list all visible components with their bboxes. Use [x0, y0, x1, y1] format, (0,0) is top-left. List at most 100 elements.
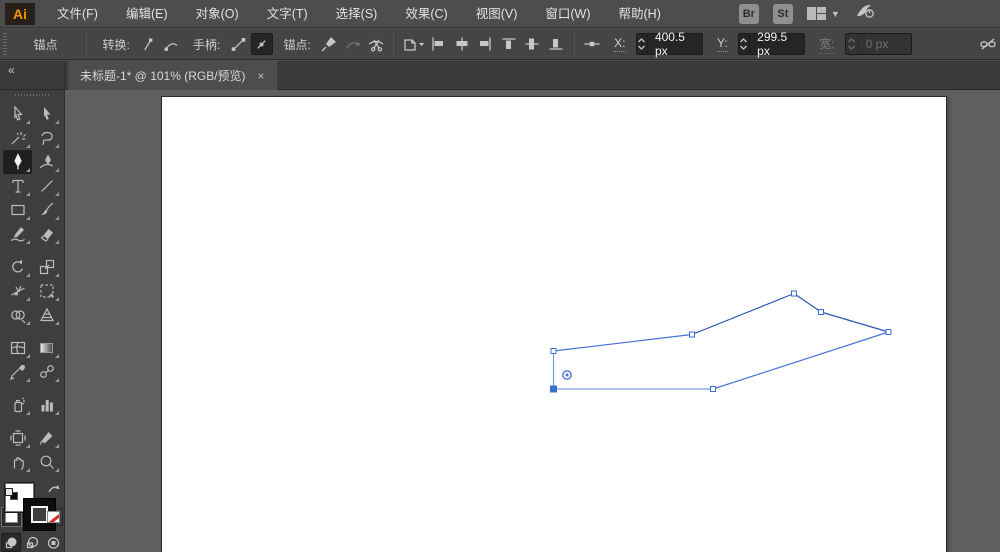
menu-item-8[interactable]: 帮助(H) — [605, 0, 675, 28]
align-top-button[interactable] — [498, 33, 520, 55]
shaper-tool[interactable] — [3, 222, 32, 246]
free-transform-tool[interactable] — [32, 279, 61, 303]
anchor-point-3[interactable] — [819, 310, 824, 315]
y-stepper[interactable] — [739, 34, 750, 54]
scale-tool[interactable] — [32, 255, 61, 279]
show-handles-button[interactable] — [227, 33, 249, 55]
x-field[interactable]: 400.5 px — [636, 33, 704, 55]
menu-item-5[interactable]: 效果(C) — [391, 0, 461, 28]
zoom-tool[interactable] — [32, 450, 61, 474]
connect-path-button[interactable] — [341, 33, 363, 55]
column-graph-tool[interactable] — [32, 393, 61, 417]
x-stepper[interactable] — [637, 34, 648, 54]
lasso-tool[interactable] — [32, 126, 61, 150]
menu-item-4[interactable]: 选择(S) — [322, 0, 392, 28]
swap-fill-stroke-icon[interactable] — [47, 482, 60, 500]
toolbar-collapse-button[interactable]: « — [0, 61, 65, 89]
symbol-sprayer-tool[interactable] — [3, 393, 32, 417]
menu-item-2[interactable]: 对象(O) — [182, 0, 253, 28]
remove-anchor-button[interactable] — [318, 33, 340, 55]
slice-tool[interactable] — [32, 426, 61, 450]
separator — [574, 32, 575, 56]
anchor-point-0[interactable] — [551, 349, 556, 354]
anchor-point-icon — [582, 33, 604, 55]
tools-panel — [0, 90, 65, 552]
selection-tool[interactable] — [3, 102, 32, 126]
main-area — [0, 90, 1000, 552]
path-overlay[interactable] — [65, 90, 1000, 552]
magic-wand-tool[interactable] — [3, 126, 32, 150]
anchor-point-1[interactable] — [690, 332, 695, 337]
convert-to-smooth-button[interactable] — [160, 33, 182, 55]
default-colors-icon[interactable] — [5, 488, 18, 500]
separator — [393, 32, 394, 56]
stock-button[interactable]: St — [773, 4, 793, 24]
unlink-dimensions-button[interactable] — [978, 33, 1000, 55]
hide-handles-button[interactable] — [251, 33, 273, 55]
anchor-point-5[interactable] — [711, 387, 716, 392]
pen-tool[interactable] — [3, 150, 32, 174]
menu-item-1[interactable]: 编辑(E) — [112, 0, 182, 28]
width-value: 0 px — [859, 37, 911, 51]
cut-path-button[interactable] — [365, 33, 387, 55]
anchor-point-6[interactable] — [550, 386, 557, 393]
rotate-tool[interactable] — [3, 255, 32, 279]
draw-normal-button[interactable] — [1, 533, 21, 552]
y-value[interactable]: 299.5 px — [750, 30, 804, 58]
tools-panel-grip[interactable] — [15, 94, 49, 96]
y-label: Y: — [717, 36, 728, 52]
x-value[interactable]: 400.5 px — [648, 30, 702, 58]
workspace-icon — [807, 7, 826, 20]
tool-divider — [3, 327, 61, 336]
mesh-tool[interactable] — [3, 336, 32, 360]
tool-divider — [3, 417, 61, 426]
shape-builder-tool[interactable] — [3, 303, 32, 327]
menu-item-6[interactable]: 视图(V) — [462, 0, 532, 28]
curvature-tool[interactable] — [32, 150, 61, 174]
align-left-button[interactable] — [427, 33, 449, 55]
document-title: 未标题-1* @ 101% (RGB/预览) — [80, 67, 246, 84]
paintbrush-tool[interactable] — [32, 198, 61, 222]
width-field: 0 px — [845, 33, 912, 55]
bridge-button[interactable]: Br — [739, 4, 759, 24]
draw-inside-button[interactable] — [43, 533, 63, 552]
align-right-button[interactable] — [475, 33, 497, 55]
perspective-grid-tool[interactable] — [32, 303, 61, 327]
menu-item-3[interactable]: 文字(T) — [253, 0, 322, 28]
direct-selection-tool[interactable] — [32, 102, 61, 126]
isolate-object-button[interactable] — [401, 33, 425, 55]
draw-behind-button[interactable] — [22, 533, 42, 552]
control-bar-grip[interactable] — [3, 33, 7, 55]
type-tool[interactable] — [3, 174, 32, 198]
anchors-label: 锚点: — [284, 36, 311, 53]
control-bar: 锚点 转换: 手柄: 锚点: — [0, 29, 1000, 60]
width-stepper — [846, 34, 859, 54]
tab-bar: « 未标题-1* @ 101% (RGB/预览) × — [0, 61, 1000, 90]
y-field[interactable]: 299.5 px — [738, 33, 806, 55]
workspace-switcher[interactable]: ▼ — [807, 7, 840, 20]
eyedropper-tool[interactable] — [3, 360, 32, 384]
align-center-vertical-button[interactable] — [522, 33, 544, 55]
document-tab[interactable]: 未标题-1* @ 101% (RGB/预览) × — [68, 61, 277, 90]
eraser-tool[interactable] — [32, 222, 61, 246]
align-bottom-button[interactable] — [545, 33, 567, 55]
width-tool[interactable] — [3, 279, 32, 303]
canvas-pasteboard[interactable] — [65, 90, 1000, 552]
anchor-point-2[interactable] — [792, 291, 797, 296]
convert-label: 转换: — [103, 36, 130, 53]
separator — [86, 32, 87, 56]
anchor-point-4[interactable] — [886, 330, 891, 335]
gpu-performance-icon[interactable] — [854, 1, 876, 26]
gradient-tool[interactable] — [32, 336, 61, 360]
rectangle-tool[interactable] — [3, 198, 32, 222]
artboard-tool[interactable] — [3, 426, 32, 450]
blend-tool[interactable] — [32, 360, 61, 384]
line-segment-tool[interactable] — [32, 174, 61, 198]
hand-tool[interactable] — [3, 450, 32, 474]
convert-to-corner-button[interactable] — [137, 33, 159, 55]
menu-item-7[interactable]: 窗口(W) — [531, 0, 604, 28]
app-logo: Ai — [5, 3, 35, 25]
close-tab-icon[interactable]: × — [258, 69, 265, 83]
menu-item-0[interactable]: 文件(F) — [43, 0, 112, 28]
align-center-horizontal-button[interactable] — [451, 33, 473, 55]
